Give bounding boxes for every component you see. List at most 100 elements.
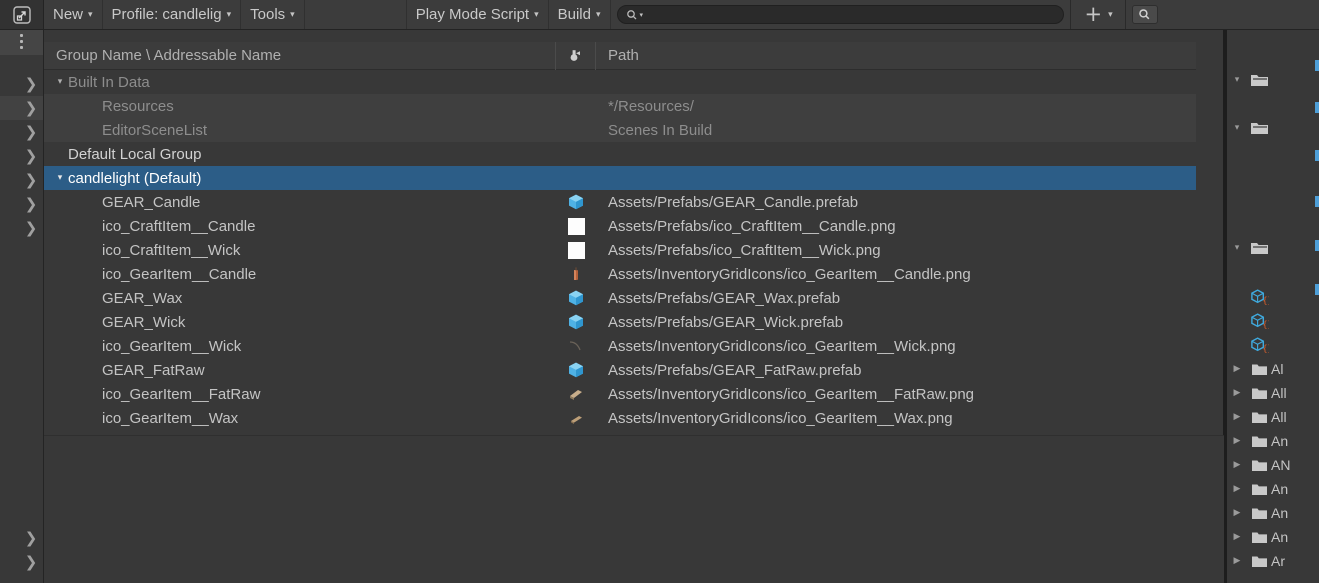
plus-icon: + xyxy=(1084,2,1103,26)
table-row[interactable]: ico_GearItem__Wax Assets/InventoryGridIco… xyxy=(44,406,1240,430)
clipped-item-marker xyxy=(1315,150,1319,161)
table-row[interactable]: GEAR_Wick Assets/Prefabs/GEAR_Wick.prefab xyxy=(44,310,1240,334)
table-row[interactable]: ico_CraftItem__Wick Assets/Prefabs/ico_Cr… xyxy=(44,238,1240,262)
project-list-item[interactable]: ▶ An xyxy=(1227,525,1319,549)
table-row[interactable]: ico_GearItem__Wick Assets/InventoryGridIc… xyxy=(44,334,1240,358)
profile-dropdown[interactable]: Profile: candlelig ▾ xyxy=(103,0,242,29)
prefab-cube-icon xyxy=(569,314,583,330)
folder-icon xyxy=(1251,508,1267,519)
table-row[interactable]: GEAR_Candle Assets/Prefabs/GEAR_Candle.pr… xyxy=(44,190,1240,214)
row-name-label: ico_GearItem__Wick xyxy=(102,337,242,355)
build-dropdown[interactable]: Build ▾ xyxy=(549,0,611,29)
project-list-item[interactable]: {} xyxy=(1227,309,1319,333)
project-list-item[interactable]: ▾ xyxy=(1227,68,1319,92)
project-list-item[interactable]: ▶ All xyxy=(1227,405,1319,429)
add-group-button[interactable]: + ▾ xyxy=(1071,0,1126,29)
project-list-item[interactable]: ▶ Al xyxy=(1227,357,1319,381)
table-row[interactable]: ico_CraftItem__Candle Assets/Prefabs/ico_… xyxy=(44,214,1240,238)
chevron-right-icon[interactable]: ▶ xyxy=(1227,532,1247,542)
chevron-right-icon[interactable]: ▶ xyxy=(1227,556,1247,566)
prefab-variant-icon: {} xyxy=(1250,289,1269,306)
project-list-item[interactable]: ▶ All xyxy=(1227,381,1319,405)
project-list-item[interactable]: ▶ AN xyxy=(1227,453,1319,477)
row-asset-icon xyxy=(556,217,596,235)
search-input[interactable]: ▾ xyxy=(616,5,1064,24)
wax-thumb-icon xyxy=(571,416,582,424)
project-item-icon xyxy=(1247,120,1271,136)
chevron-down-icon: ▾ xyxy=(534,9,539,20)
chevron-right-icon[interactable]: ❯ xyxy=(22,97,40,119)
project-list-item[interactable]: ▶ Ar xyxy=(1227,549,1319,573)
row-name-cell: GEAR_Candle xyxy=(44,194,556,211)
table-row[interactable]: ico_GearItem__FatRaw Assets/InventoryGrid… xyxy=(44,382,1240,406)
project-search-button[interactable] xyxy=(1126,0,1164,29)
chevron-right-icon[interactable]: ❯ xyxy=(22,551,40,573)
candle-thumb-icon xyxy=(574,267,578,280)
drag-handle-dots-icon[interactable] xyxy=(0,28,43,55)
row-asset-icon xyxy=(556,385,596,403)
project-list-item[interactable]: {} xyxy=(1227,333,1319,357)
chevron-down-icon[interactable]: ▾ xyxy=(52,77,68,87)
chevron-right-icon[interactable]: ▶ xyxy=(1227,412,1247,422)
chevron-right-icon[interactable]: ▶ xyxy=(1227,484,1247,494)
chevron-right-icon[interactable]: ▶ xyxy=(1227,364,1247,374)
project-item-label: An xyxy=(1271,433,1289,449)
project-list-item[interactable]: ▶ An xyxy=(1227,501,1319,525)
chevron-right-icon[interactable]: ▶ xyxy=(1227,436,1247,446)
project-item-icon xyxy=(1247,72,1271,88)
project-list-item[interactable]: ▾ xyxy=(1227,236,1319,260)
folder-icon xyxy=(1251,556,1267,567)
chevron-right-icon[interactable]: ❯ xyxy=(22,527,40,549)
chevron-right-icon[interactable]: ▶ xyxy=(1227,388,1247,398)
project-list-item[interactable]: ▶ An xyxy=(1227,477,1319,501)
chevron-down-icon[interactable]: ▾ xyxy=(1227,75,1247,85)
new-button[interactable]: New ▾ xyxy=(44,0,103,29)
table-row[interactable]: GEAR_Wax Assets/Prefabs/GEAR_Wax.prefab xyxy=(44,286,1240,310)
chevron-right-icon[interactable]: ❯ xyxy=(22,217,40,239)
play-mode-script-dropdown[interactable]: Play Mode Script ▾ xyxy=(407,0,549,29)
table-row[interactable]: Default Local Group xyxy=(44,142,1224,166)
tree-empty-area[interactable] xyxy=(44,435,1224,583)
tools-dropdown[interactable]: Tools ▾ xyxy=(241,0,305,29)
chevron-right-icon[interactable]: ❯ xyxy=(22,193,40,215)
chevron-down-icon[interactable]: ▾ xyxy=(1227,123,1247,133)
white-texture-icon xyxy=(567,241,585,259)
table-row[interactable]: GEAR_FatRaw Assets/Prefabs/GEAR_FatRaw.pr… xyxy=(44,358,1240,382)
row-path-label: Assets/Prefabs/GEAR_FatRaw.prefab xyxy=(608,361,862,379)
table-row[interactable]: Resources */Resources/ xyxy=(44,94,1240,118)
column-header-labels[interactable] xyxy=(556,41,596,70)
project-list-item[interactable]: {} xyxy=(1227,285,1319,309)
table-row[interactable]: ▾ candlelight (Default) xyxy=(44,166,1224,190)
row-name-cell: ▾ candlelight (Default) xyxy=(44,170,556,187)
project-list-item[interactable]: ▾ xyxy=(1227,116,1319,140)
fat-thumb-icon xyxy=(570,390,582,400)
chevron-right-icon[interactable]: ❯ xyxy=(22,121,40,143)
chevron-down-icon[interactable]: ▾ xyxy=(52,173,68,183)
tree-column-header: Group Name \ Addressable Name Path xyxy=(44,41,1224,70)
project-item-label: All xyxy=(1271,409,1287,425)
chevron-down-icon[interactable]: ▾ xyxy=(1227,243,1247,253)
table-row[interactable]: ▾ Built In Data xyxy=(44,70,1224,94)
row-name-cell: ▾ Built In Data xyxy=(44,74,556,91)
maximize-window-icon[interactable] xyxy=(0,0,44,29)
chevron-right-icon[interactable]: ▶ xyxy=(1227,508,1247,518)
toolbar-spacer xyxy=(305,0,407,29)
row-path-label: Assets/InventoryGridIcons/ico_GearItem__… xyxy=(608,385,975,403)
folder-open-icon xyxy=(1250,123,1268,134)
chevron-right-icon[interactable]: ▶ xyxy=(1227,460,1247,470)
prefab-variant-icon: {} xyxy=(1250,313,1269,330)
chevron-right-icon[interactable]: ❯ xyxy=(22,73,40,95)
project-item-label: An xyxy=(1271,481,1289,497)
column-header-group-name-label: Group Name \ Addressable Name xyxy=(56,47,282,64)
chevron-right-icon[interactable]: ❯ xyxy=(22,169,40,191)
row-name-cell: ico_GearItem__Wick xyxy=(44,338,556,355)
search-input-text[interactable] xyxy=(645,7,1055,22)
project-list-item[interactable]: ▶ An xyxy=(1227,429,1319,453)
column-header-group-name[interactable]: Group Name \ Addressable Name xyxy=(44,41,556,70)
column-header-path[interactable]: Path xyxy=(596,42,1224,70)
table-row[interactable]: EditorSceneList Scenes In Build xyxy=(44,118,1240,142)
row-name-cell: ico_CraftItem__Candle xyxy=(44,218,556,235)
table-row[interactable]: ico_GearItem__Candle Assets/InventoryGrid… xyxy=(44,262,1240,286)
chevron-right-icon[interactable]: ❯ xyxy=(22,145,40,167)
row-name-cell: GEAR_Wax xyxy=(44,290,556,307)
